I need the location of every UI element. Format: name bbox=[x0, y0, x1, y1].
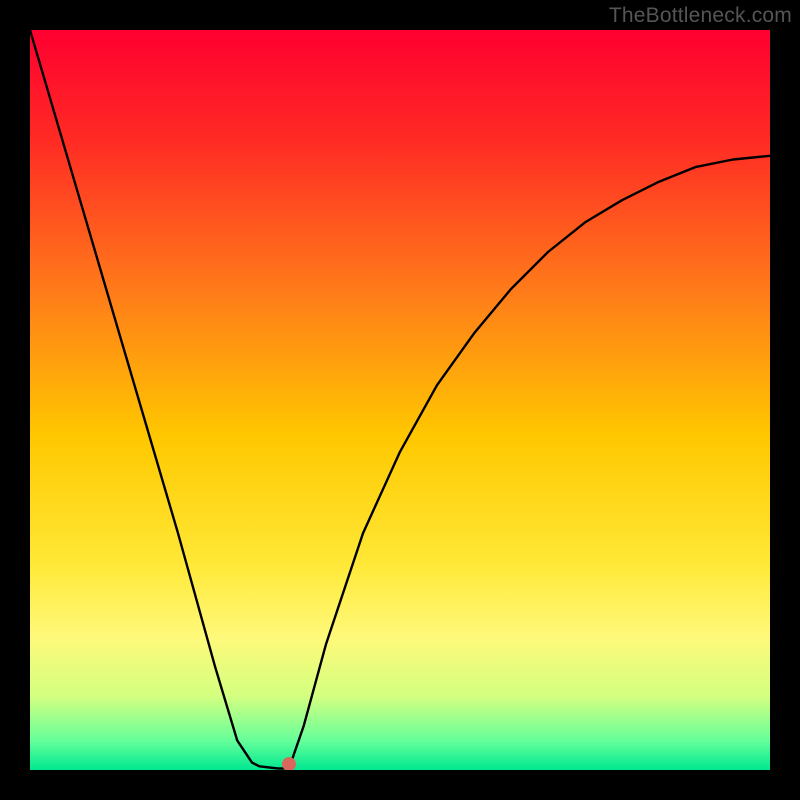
chart-frame: TheBottleneck.com bbox=[0, 0, 800, 800]
curve-layer bbox=[30, 30, 770, 770]
watermark-text: TheBottleneck.com bbox=[609, 4, 792, 28]
bottleneck-curve bbox=[30, 30, 770, 769]
min-marker bbox=[282, 757, 296, 770]
plot-area bbox=[30, 30, 770, 770]
